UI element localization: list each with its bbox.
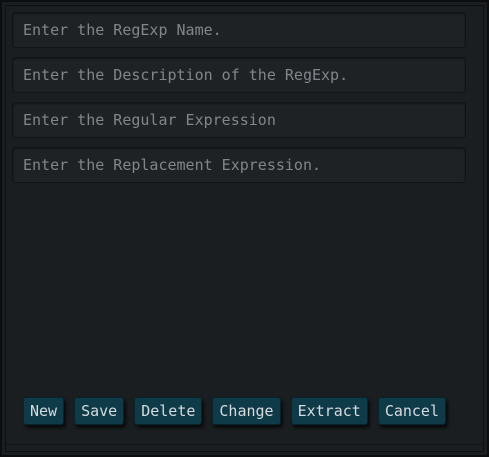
regexp-description-input[interactable] bbox=[12, 57, 466, 93]
save-button[interactable]: Save bbox=[74, 397, 125, 425]
new-button[interactable]: New bbox=[23, 397, 65, 425]
regexp-name-input[interactable] bbox=[12, 12, 466, 48]
cancel-button[interactable]: Cancel bbox=[377, 397, 446, 425]
action-button-row: New Save Delete Change Extract Cancel bbox=[23, 397, 446, 425]
regexp-editor-window: New Save Delete Change Extract Cancel bbox=[0, 0, 489, 457]
bottom-divider bbox=[6, 444, 483, 451]
regular-expression-input[interactable] bbox=[12, 102, 466, 138]
delete-button[interactable]: Delete bbox=[134, 397, 203, 425]
change-button[interactable]: Change bbox=[212, 397, 281, 425]
extract-button[interactable]: Extract bbox=[290, 397, 368, 425]
replacement-expression-input[interactable] bbox=[12, 147, 466, 183]
